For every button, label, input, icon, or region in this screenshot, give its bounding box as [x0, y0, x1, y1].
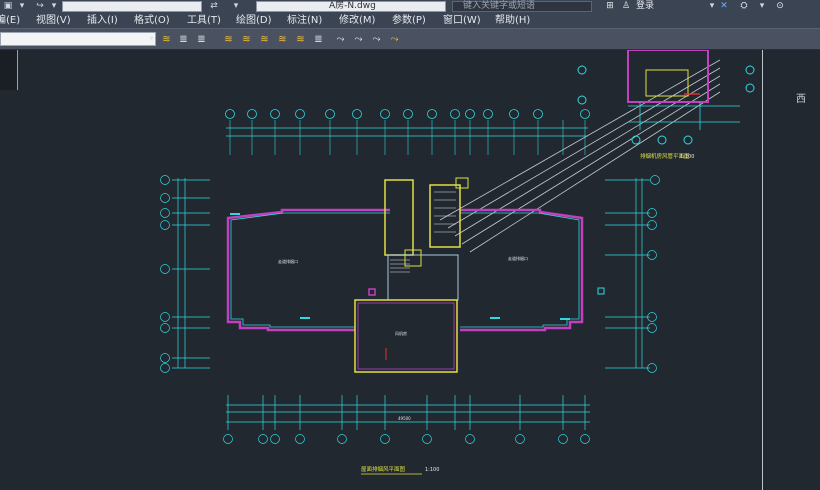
room-label-left: 走道排烟口	[278, 258, 298, 264]
layer-previous-icon[interactable]: ≣	[195, 33, 208, 46]
building-walls	[226, 208, 584, 332]
file-title: A房-N.dwg	[329, 1, 376, 11]
menu-view[interactable]: 视图(V)	[36, 13, 71, 28]
exchange-icon[interactable]: ✕	[718, 1, 730, 12]
menu-window[interactable]: 窗口(W)	[443, 13, 481, 28]
right-axis	[605, 175, 660, 373]
help-icon[interactable]: ⊙	[774, 1, 786, 12]
cad-drawing[interactable]: 排烟机房风管平面图 1:100 走道排烟口 走道排烟口 风机房 49500 屋面…	[0, 50, 820, 490]
dropdown-icon[interactable]: ▾	[48, 1, 60, 12]
layer-match-icon[interactable]: ≋	[294, 33, 307, 46]
menu-modify[interactable]: 修改(M)	[339, 13, 375, 28]
chevron-down-icon[interactable]: ▾	[146, 32, 157, 46]
menu-edit[interactable]: 编(E)	[0, 13, 20, 28]
menu-parametric[interactable]: 参数(P)	[392, 13, 426, 28]
menu-format[interactable]: 格式(O)	[134, 13, 170, 28]
menu-draw[interactable]: 绘图(D)	[236, 13, 272, 28]
search-placeholder: 键入关键字或短语	[463, 1, 536, 11]
plan-scale: 1:100	[425, 467, 439, 473]
layer-freeze-icon[interactable]: ≋	[258, 33, 271, 46]
detail-inset: 排烟机房风管平面图 1:100	[577, 50, 755, 160]
menu-dimension[interactable]: 标注(N)	[287, 13, 322, 28]
layer-combo[interactable]	[0, 32, 156, 46]
layer-delete-icon[interactable]: ⤳	[352, 33, 365, 46]
dropdown-icon[interactable]: ▾	[756, 1, 768, 12]
layer-lock-icon[interactable]: ≋	[276, 33, 289, 46]
room-label-center: 风机房	[395, 330, 407, 336]
layer-change-icon[interactable]: ⤳	[388, 33, 401, 46]
share-icon[interactable]: ⇄	[208, 1, 220, 12]
layer-walk-icon[interactable]: ≣	[312, 33, 325, 46]
menu-help[interactable]: 帮助(H)	[495, 13, 530, 28]
redo-icon[interactable]: ↪	[34, 1, 46, 12]
menu-insert[interactable]: 插入(I)	[87, 13, 118, 28]
total-dimension: 49500	[398, 416, 411, 421]
layer-properties-icon[interactable]: ≋	[160, 33, 173, 46]
room-label-right: 走道排烟口	[508, 255, 528, 261]
menu-bar: 编(E) 视图(V) 插入(I) 格式(O) 工具(T) 绘图(D) 标注(N)…	[0, 13, 820, 28]
core-area	[354, 177, 469, 373]
layer-states-icon[interactable]: ≣	[177, 33, 190, 46]
layer-isolate-icon[interactable]: ≋	[222, 33, 235, 46]
save-icon[interactable]: ▣	[2, 1, 14, 12]
layer-merge-icon[interactable]: ⤳	[334, 33, 347, 46]
layers-toolbar: ▾ ≋ ≣ ≣ ≋ ≋ ≋ ≋ ≋ ≣ ⤳ ⤳ ⤳ ⤳	[0, 28, 820, 50]
left-axis	[160, 175, 210, 373]
layer-copy-icon[interactable]: ⤳	[370, 33, 383, 46]
network-icon[interactable]: ⛭	[738, 1, 750, 12]
search-input[interactable]: 键入关键字或短语	[452, 1, 592, 12]
plan-title: 屋面排烟风平面图	[361, 465, 406, 473]
title-bar: ▣ ▾ ↪ ▾ ⇄ ▾ A房-N.dwg 键入关键字或短语 ⊞ ♙ 登录 ▾ ✕…	[0, 0, 820, 14]
file-title-box: A房-N.dwg	[256, 1, 446, 12]
detail-scale: 1:100	[680, 154, 694, 160]
dropdown-icon[interactable]: ▾	[16, 1, 28, 12]
top-axis	[225, 109, 590, 155]
menu-tools[interactable]: 工具(T)	[187, 13, 221, 28]
dropdown-icon[interactable]: ▾	[706, 1, 718, 12]
dropdown-icon[interactable]: ▾	[230, 1, 242, 12]
user-icon[interactable]: ♙	[620, 1, 632, 12]
binoculars-icon[interactable]: ⊞	[604, 1, 616, 12]
workspace-combo[interactable]	[62, 1, 202, 12]
login-label[interactable]: 登录	[636, 0, 654, 13]
inner-walls	[230, 212, 580, 328]
layer-off-icon[interactable]: ≋	[240, 33, 253, 46]
